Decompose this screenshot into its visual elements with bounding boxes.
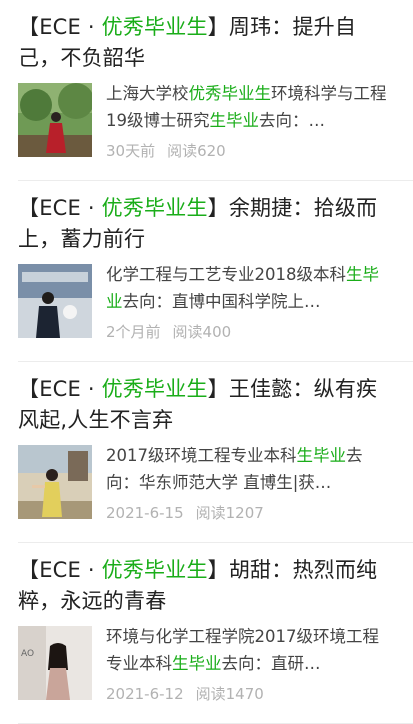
- article-read-count: 阅读1470: [195, 685, 264, 703]
- article-title[interactable]: 【ECE · 优秀毕业生】胡甜：热烈而纯粹，永远的青春: [18, 555, 393, 617]
- article-meta: 2021-6-15 阅读1207: [106, 502, 264, 523]
- thumbnail-image: AO: [18, 626, 92, 700]
- title-prefix: 【ECE ·: [18, 196, 102, 220]
- article-thumbnail[interactable]: [18, 83, 92, 157]
- article-date: 2021-6-12: [106, 685, 184, 703]
- article-thumbnail[interactable]: AO: [18, 626, 92, 700]
- title-prefix: 【ECE ·: [18, 558, 102, 582]
- article-meta: 2021-6-12 阅读1470: [106, 683, 264, 704]
- title-highlight: 优秀毕业生: [101, 377, 208, 401]
- article-item[interactable]: 【ECE · 优秀毕业生】周玮：提升自己，不负韶华 上海大学校优秀毕业生环境科学…: [0, 0, 413, 181]
- article-date: 2个月前: [106, 323, 161, 341]
- article-summary: 化学工程与工艺专业2018级本科生毕业去向：直博中国科学院上…: [106, 265, 379, 311]
- article-read-count: 阅读400: [172, 323, 232, 341]
- title-highlight: 优秀毕业生: [101, 558, 208, 582]
- article-thumbnail[interactable]: [18, 445, 92, 519]
- article-title[interactable]: 【ECE · 优秀毕业生】王佳懿：纵有疾风起,人生不言弃: [18, 374, 393, 436]
- article-thumbnail[interactable]: [18, 264, 92, 338]
- article-item[interactable]: 【ECE · 优秀毕业生】余期捷：拾级而上，蓄力前行 化学工程与工艺专业2018…: [0, 181, 413, 362]
- svg-text:AO: AO: [21, 649, 34, 659]
- title-highlight: 优秀毕业生: [101, 15, 208, 39]
- thumbnail-image: [18, 83, 92, 157]
- article-date: 2021-6-15: [106, 504, 184, 522]
- article-summary: 2017级环境工程专业本科生毕业去向：华东师范大学 直博生|获…: [106, 446, 363, 492]
- article-read-count: 阅读620: [167, 142, 226, 160]
- article-summary: 环境与化学工程学院2017级环境工程专业本科生毕业去向：直研…: [106, 627, 379, 673]
- article-title[interactable]: 【ECE · 优秀毕业生】余期捷：拾级而上，蓄力前行: [18, 193, 393, 255]
- article-meta: 30天前 阅读620: [106, 140, 226, 161]
- title-prefix: 【ECE ·: [18, 15, 102, 39]
- article-item[interactable]: 【ECE · 优秀毕业生】胡甜：热烈而纯粹，永远的青春 AO 环境与化学工程学院…: [0, 543, 413, 724]
- article-title[interactable]: 【ECE · 优秀毕业生】周玮：提升自己，不负韶华: [18, 12, 393, 74]
- article-meta: 2个月前 阅读400: [106, 321, 231, 342]
- article-summary: 上海大学校优秀毕业生环境科学与工程19级博士研究生毕业去向：…: [106, 84, 387, 130]
- article-list: 【ECE · 优秀毕业生】周玮：提升自己，不负韶华 上海大学校优秀毕业生环境科学…: [0, 0, 413, 724]
- article-item[interactable]: 【ECE · 优秀毕业生】王佳懿：纵有疾风起,人生不言弃 2017级环境工程专业…: [0, 362, 413, 543]
- title-prefix: 【ECE ·: [18, 377, 102, 401]
- title-highlight: 优秀毕业生: [101, 196, 208, 220]
- article-read-count: 阅读1207: [195, 504, 264, 522]
- article-date: 30天前: [106, 142, 156, 160]
- thumbnail-image: [18, 445, 92, 519]
- thumbnail-image: [18, 264, 92, 338]
